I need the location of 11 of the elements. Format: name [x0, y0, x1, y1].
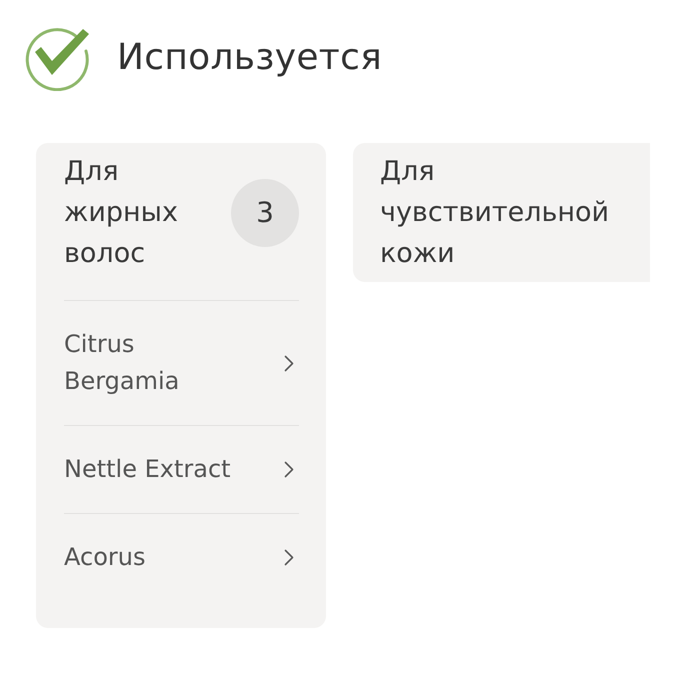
- chevron-right-icon: [284, 461, 294, 478]
- category-title: Для чувствительной кожи: [380, 155, 610, 271]
- status-label: Используется: [117, 36, 382, 80]
- count-badge: 3: [231, 178, 299, 246]
- category-title: Для жирных волос: [64, 155, 179, 271]
- ingredient-item[interactable]: Citrus Bergamia: [64, 300, 299, 425]
- chevron-right-icon: [284, 549, 294, 566]
- ingredient-item[interactable]: Nettle Extract: [64, 425, 299, 513]
- ingredient-item[interactable]: Acorus: [64, 513, 299, 601]
- chevron-right-icon: [284, 354, 294, 372]
- check-circle-icon: [25, 25, 91, 91]
